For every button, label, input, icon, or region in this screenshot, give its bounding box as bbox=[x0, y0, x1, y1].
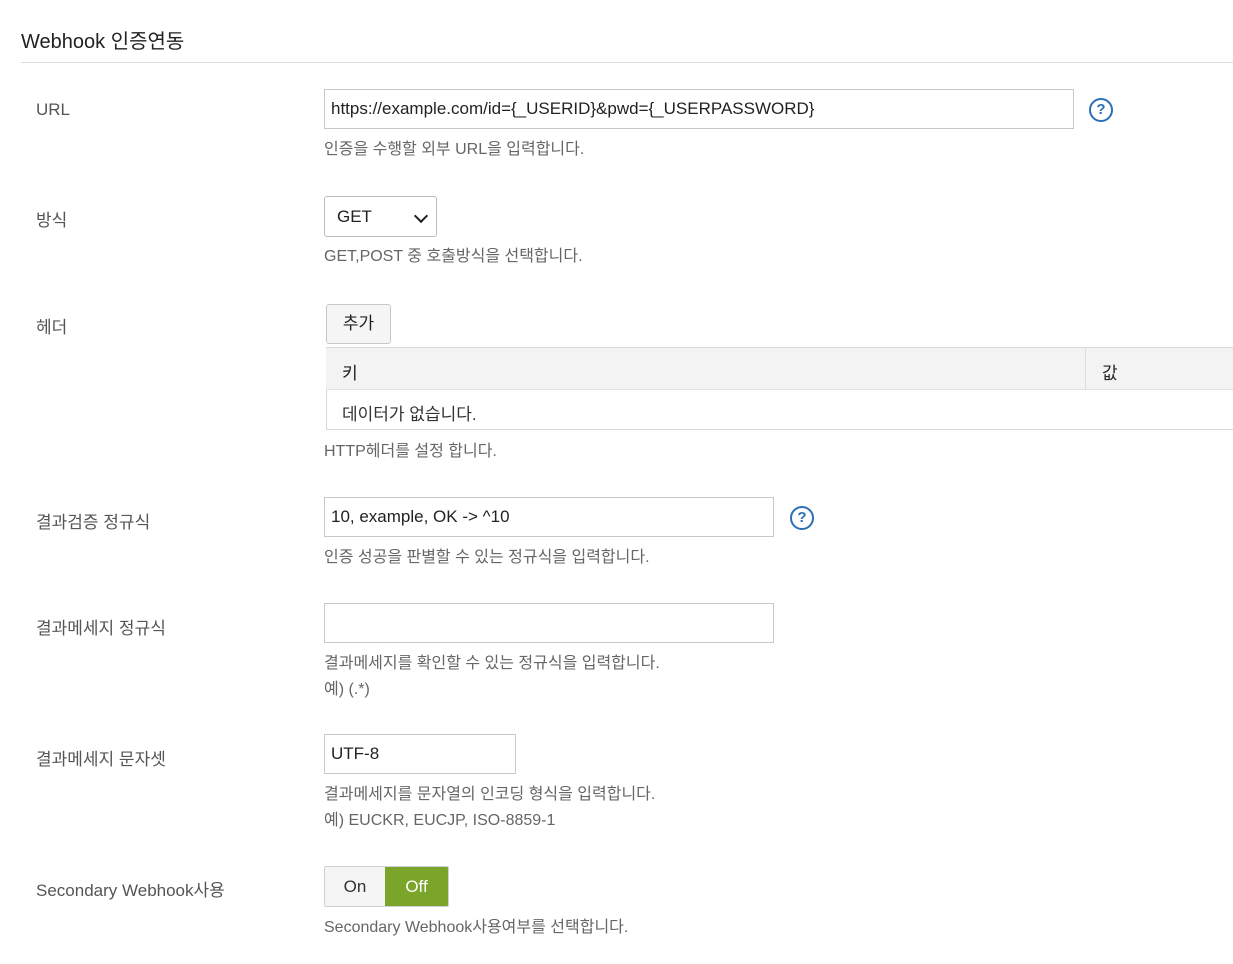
result-msg-regex-label: 결과메세지 정규식 bbox=[36, 619, 166, 638]
header-help: HTTP헤더를 설정 합니다. bbox=[324, 443, 497, 460]
method-select-value: GET bbox=[337, 207, 372, 226]
chevron-down-icon bbox=[413, 208, 429, 224]
toggle-off-option[interactable]: Off bbox=[385, 867, 448, 906]
toggle-on-option[interactable]: On bbox=[325, 867, 385, 906]
header-table: 키 값 데이터가 없습니다. bbox=[326, 347, 1233, 430]
question-circle-icon[interactable]: ? bbox=[790, 506, 814, 530]
result-msg-charset-help: 결과메세지를 문자열의 인코딩 형식을 입력합니다. 예) EUCKR, EUC… bbox=[324, 782, 655, 834]
secondary-webhook-help: Secondary Webhook사용여부를 선택합니다. bbox=[324, 919, 629, 936]
secondary-webhook-toggle[interactable]: On Off bbox=[324, 866, 449, 907]
column-header-key: 키 bbox=[342, 364, 358, 383]
result-msg-charset-help-line2: 예) EUCKR, EUCJP, ISO-8859-1 bbox=[324, 812, 556, 829]
url-help: 인증을 수행할 외부 URL을 입력합니다. bbox=[324, 141, 585, 158]
url-label: URL bbox=[36, 100, 71, 119]
result-msg-regex-input[interactable] bbox=[324, 603, 774, 643]
result-msg-regex-help-line1: 결과메세지를 확인할 수 있는 정규식을 입력합니다. bbox=[324, 655, 660, 672]
result-msg-regex-help: 결과메세지를 확인할 수 있는 정규식을 입력합니다. 예) (.*) bbox=[324, 651, 660, 703]
method-help: GET,POST 중 호출방식을 선택합니다. bbox=[324, 248, 583, 265]
add-header-button[interactable]: 추가 bbox=[326, 304, 391, 344]
result-regex-input[interactable]: 10, example, OK -> ^10 bbox=[324, 497, 774, 537]
result-msg-charset-input[interactable]: UTF-8 bbox=[324, 734, 516, 774]
header-label: 헤더 bbox=[36, 318, 68, 337]
section-title: Webhook 인증연동 bbox=[21, 31, 185, 53]
result-msg-regex-help-line2: 예) (.*) bbox=[324, 681, 370, 698]
result-msg-charset-help-line1: 결과메세지를 문자열의 인코딩 형식을 입력합니다. bbox=[324, 786, 656, 803]
result-regex-label: 결과검증 정규식 bbox=[36, 513, 151, 532]
secondary-webhook-label: Secondary Webhook사용 bbox=[36, 881, 225, 900]
url-input[interactable]: https://example.com/id={_USERID}&pwd={_U… bbox=[324, 89, 1074, 129]
result-msg-charset-label: 결과메세지 문자셋 bbox=[36, 750, 166, 769]
table-empty-message: 데이터가 없습니다. bbox=[342, 405, 477, 424]
column-header-value: 값 bbox=[1102, 364, 1118, 383]
column-separator bbox=[1085, 348, 1086, 390]
section-divider bbox=[21, 62, 1233, 63]
question-circle-icon[interactable]: ? bbox=[1089, 98, 1113, 122]
method-select[interactable]: GET bbox=[324, 196, 437, 237]
table-header-row: 키 값 bbox=[326, 348, 1233, 390]
method-label: 방식 bbox=[36, 211, 68, 230]
result-regex-help: 인증 성공을 판별할 수 있는 정규식을 입력합니다. bbox=[324, 549, 650, 566]
